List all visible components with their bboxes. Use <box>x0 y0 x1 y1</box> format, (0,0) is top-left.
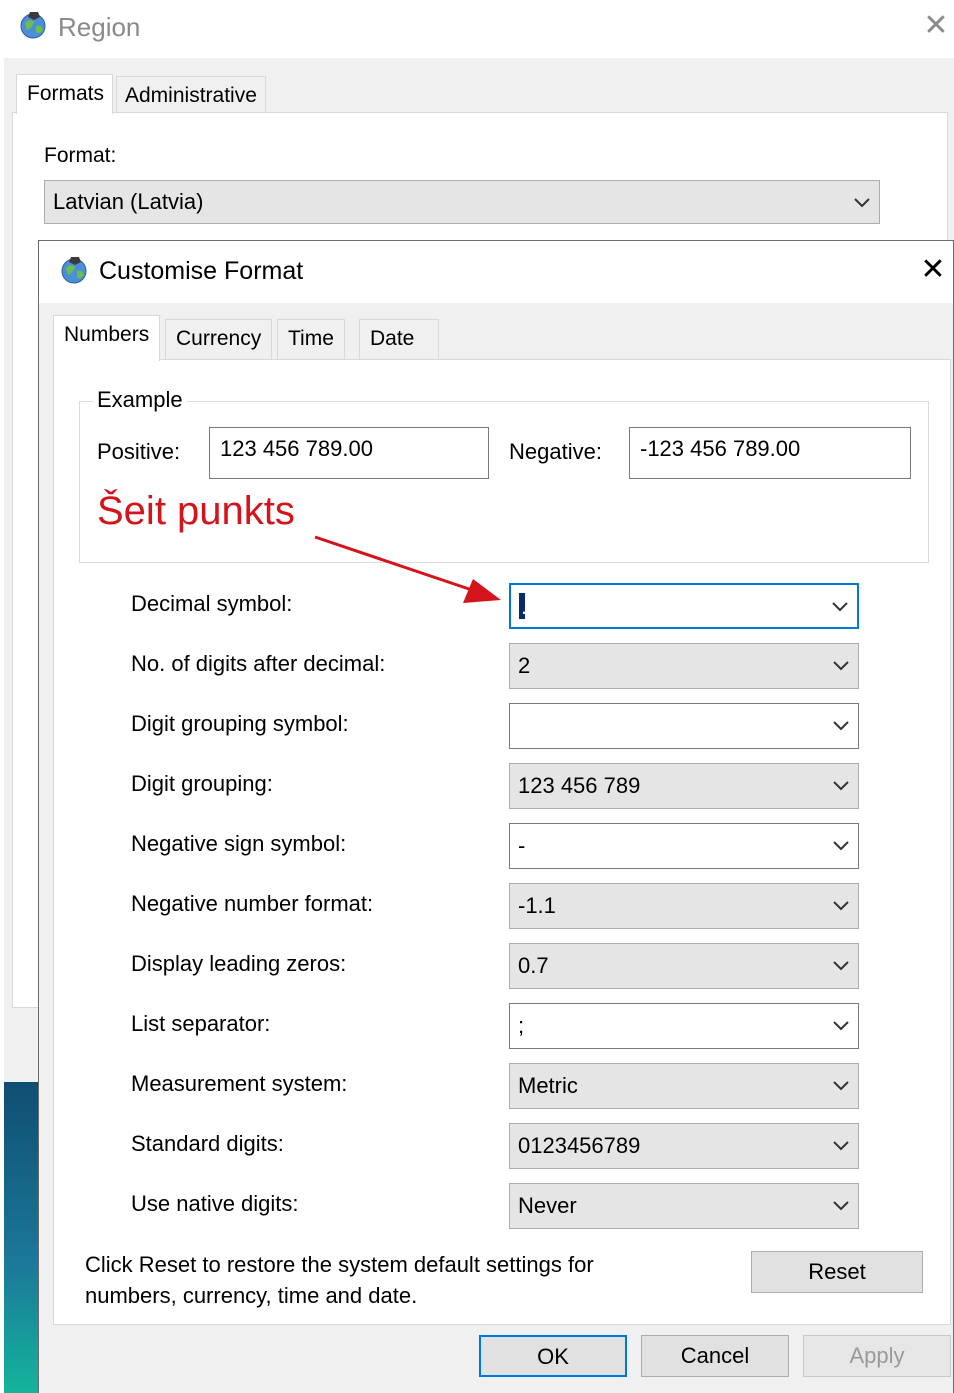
negative-number-format-label: Negative number format: <box>131 891 374 916</box>
example-legend: Example <box>93 387 187 413</box>
format-label: Format: <box>44 144 117 167</box>
tab-date[interactable]: Date <box>359 319 439 359</box>
chevron-down-icon <box>833 1141 849 1151</box>
ok-button[interactable]: OK <box>479 1335 627 1377</box>
measurement-system-label: Measurement system: <box>131 1071 348 1096</box>
digit-grouping-symbol-label: Digit grouping symbol: <box>131 711 349 736</box>
measurement-system-value: Metric <box>518 1073 578 1098</box>
standard-digits-label: Standard digits: <box>131 1131 284 1156</box>
display-leading-zeros-label: Display leading zeros: <box>131 951 347 976</box>
display-leading-zeros-value: 0.7 <box>518 953 549 978</box>
close-icon[interactable]: ✕ <box>916 6 954 46</box>
list-separator-value: ; <box>518 1013 525 1038</box>
tab-time[interactable]: Time <box>277 319 345 359</box>
chevron-down-icon <box>833 961 849 971</box>
chevron-down-icon <box>854 198 870 208</box>
decimal-symbol-label: Decimal symbol: <box>131 591 293 616</box>
measurement-system-combo[interactable]: Metric <box>509 1063 859 1109</box>
positive-label: Positive: <box>97 439 181 464</box>
desktop-background <box>4 1082 38 1393</box>
tab-formats[interactable]: Formats <box>16 74 114 114</box>
example-group <box>79 401 929 563</box>
tab-administrative[interactable]: Administrative <box>116 76 266 112</box>
apply-button[interactable]: Apply <box>803 1335 951 1377</box>
decimal-symbol-value: . <box>521 594 528 619</box>
use-native-digits-combo[interactable]: Never <box>509 1183 859 1229</box>
negative-example-value: -123 456 789.00 <box>629 427 911 479</box>
window-title: Region <box>58 12 141 42</box>
decimal-symbol-combo[interactable]: . <box>509 583 859 629</box>
chevron-down-icon <box>833 901 849 911</box>
dialog-title: Customise Format <box>99 257 304 285</box>
digit-grouping-label: Digit grouping: <box>131 771 273 796</box>
chevron-down-icon <box>833 1081 849 1091</box>
region-titlebar: Region ✕ <box>0 0 954 58</box>
close-icon[interactable]: ✕ <box>915 253 951 289</box>
use-native-digits-label: Use native digits: <box>131 1191 299 1216</box>
chevron-down-icon <box>833 661 849 671</box>
dialog-titlebar: Customise Format ✕ <box>39 241 953 303</box>
standard-digits-combo[interactable]: 0123456789 <box>509 1123 859 1169</box>
digit-grouping-combo[interactable]: 123 456 789 <box>509 763 859 809</box>
negative-sign-symbol-combo[interactable]: - <box>509 823 859 869</box>
positive-example-value: 123 456 789.00 <box>209 427 489 479</box>
negative-label: Negative: <box>509 439 602 464</box>
tab-numbers[interactable]: Numbers <box>53 315 161 361</box>
tab-currency[interactable]: Currency <box>165 319 273 359</box>
standard-digits-value: 0123456789 <box>518 1133 641 1158</box>
format-select-value: Latvian (Latvia) <box>53 189 204 214</box>
globe-icon <box>61 257 87 284</box>
cancel-button[interactable]: Cancel <box>641 1335 789 1377</box>
chevron-down-icon <box>833 781 849 791</box>
display-leading-zeros-combo[interactable]: 0.7 <box>509 943 859 989</box>
negative-sign-symbol-value: - <box>518 833 526 858</box>
chevron-down-icon <box>833 1021 849 1031</box>
reset-help-text: Click Reset to restore the system defaul… <box>85 1252 594 1308</box>
annotation-text: Šeit punkts <box>97 489 295 533</box>
digit-grouping-symbol-combo[interactable] <box>509 703 859 749</box>
negative-number-format-combo[interactable]: -1.1 <box>509 883 859 929</box>
reset-button[interactable]: Reset <box>751 1251 923 1293</box>
chevron-down-icon <box>833 841 849 851</box>
list-separator-combo[interactable]: ; <box>509 1003 859 1049</box>
format-select[interactable]: Latvian (Latvia) <box>44 180 880 224</box>
digit-grouping-value: 123 456 789 <box>518 773 641 798</box>
digits-after-decimal-combo[interactable]: 2 <box>509 643 859 689</box>
digits-after-decimal-value: 2 <box>518 653 531 678</box>
globe-icon <box>20 12 46 39</box>
chevron-down-icon <box>833 1201 849 1211</box>
chevron-down-icon <box>833 721 849 731</box>
negative-number-format-value: -1.1 <box>518 893 556 918</box>
chevron-down-icon <box>832 602 848 612</box>
negative-sign-symbol-label: Negative sign symbol: <box>131 831 347 856</box>
use-native-digits-value: Never <box>518 1193 577 1218</box>
list-separator-label: List separator: <box>131 1011 271 1036</box>
digits-after-decimal-label: No. of digits after decimal: <box>131 651 386 676</box>
customise-format-dialog: Customise Format ✕ Numbers Currency Time… <box>38 240 954 1393</box>
